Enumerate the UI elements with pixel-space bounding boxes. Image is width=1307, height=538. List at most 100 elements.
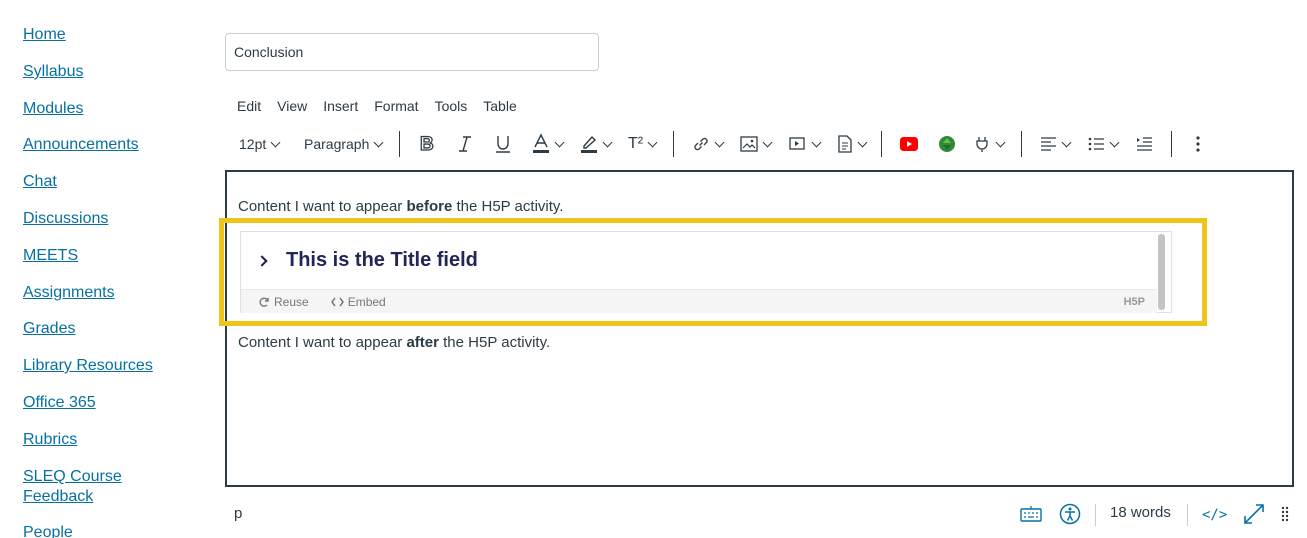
text-color-button[interactable]: [532, 129, 565, 159]
text-color-icon: [533, 133, 549, 153]
image-icon: [740, 136, 758, 152]
superscript-dropdown[interactable]: T²: [628, 129, 658, 159]
nav-link-library-resources[interactable]: Library Resources: [23, 356, 153, 376]
menu-insert[interactable]: Insert: [323, 97, 358, 115]
document-button[interactable]: [837, 129, 868, 159]
nav-link-assignments[interactable]: Assignments: [23, 283, 115, 303]
editor-toolbar: 12pt Paragraph B T²: [233, 129, 1303, 159]
rich-content-editor[interactable]: Content I want to appear before the H5P …: [219, 170, 1294, 487]
bold-icon: B: [419, 134, 434, 154]
chevron-down-icon: [714, 137, 725, 147]
highlight-box: [219, 218, 1207, 326]
paragraph-before: Content I want to appear before the H5P …: [238, 198, 563, 216]
chevron-down-icon: [1109, 137, 1120, 147]
nav-link-rubrics[interactable]: Rubrics: [23, 430, 77, 450]
chevron-down-icon: [647, 137, 658, 147]
accessibility-checker-button[interactable]: [1059, 503, 1081, 530]
block-format-value: Paragraph: [304, 136, 370, 152]
toolbar-divider: [673, 131, 674, 157]
nav-link-syllabus[interactable]: Syllabus: [23, 62, 83, 82]
expand-icon: [1244, 504, 1264, 524]
font-size-dropdown[interactable]: 12pt: [239, 129, 281, 159]
drag-handle-icon: [1281, 506, 1289, 522]
underline-icon: [496, 136, 510, 153]
link-button[interactable]: [692, 129, 725, 159]
paragraph-before-text: Content I want to appear: [238, 198, 407, 215]
keyboard-icon: [1020, 506, 1042, 522]
bold-button[interactable]: B: [418, 129, 436, 159]
chevron-down-icon: [762, 137, 773, 147]
font-size-value: 12pt: [239, 136, 267, 152]
nav-link-grades[interactable]: Grades: [23, 319, 75, 339]
nav-link-discussions[interactable]: Discussions: [23, 209, 108, 229]
word-count[interactable]: 18 words: [1110, 504, 1171, 521]
nav-link-modules[interactable]: Modules: [23, 99, 83, 119]
page-title-input[interactable]: [225, 33, 599, 71]
bullet-list-icon: [1088, 137, 1104, 151]
paragraph-after-text-end: the H5P activity.: [438, 334, 551, 351]
menu-table[interactable]: Table: [483, 97, 516, 115]
resize-handle[interactable]: [1281, 506, 1289, 527]
paragraph-after-bold: after: [406, 334, 439, 351]
external-tools-button[interactable]: [973, 129, 1006, 159]
nav-link-home[interactable]: Home: [23, 25, 66, 45]
fullscreen-button[interactable]: [1243, 503, 1265, 530]
apps-plugin-button[interactable]: [938, 129, 956, 159]
nav-link-people[interactable]: People: [23, 523, 73, 538]
menu-edit[interactable]: Edit: [237, 97, 261, 115]
nav-link-announcements[interactable]: Announcements: [23, 135, 139, 155]
nav-link-office-365[interactable]: Office 365: [23, 393, 96, 413]
nav-link-chat[interactable]: Chat: [23, 172, 57, 192]
media-button[interactable]: [789, 129, 822, 159]
chevron-down-icon: [811, 137, 822, 147]
highlight-color-button[interactable]: [580, 129, 613, 159]
editor-menubar: Edit View Insert Format Tools Table: [237, 97, 533, 115]
image-button[interactable]: [740, 129, 773, 159]
superscript-icon: T²: [628, 135, 644, 152]
block-format-dropdown[interactable]: Paragraph: [304, 129, 384, 159]
nav-link-sleq-course-feedback-line2[interactable]: Feedback: [23, 487, 93, 507]
chevron-down-icon: [373, 137, 384, 147]
youtube-button[interactable]: [900, 129, 918, 159]
statusbar-divider: [1187, 504, 1188, 526]
italic-button[interactable]: [457, 129, 473, 159]
more-options-button[interactable]: [1195, 129, 1201, 159]
toolbar-divider: [1171, 131, 1172, 157]
accessibility-icon: [1059, 503, 1081, 525]
nav-link-meets[interactable]: MEETS: [23, 246, 78, 266]
menu-tools[interactable]: Tools: [435, 97, 468, 115]
html-editor-toggle[interactable]: </>: [1202, 507, 1227, 523]
paragraph-after-text: Content I want to appear: [238, 334, 407, 351]
chevron-down-icon: [1061, 137, 1072, 147]
chevron-down-icon: [554, 137, 565, 147]
underline-button[interactable]: [494, 129, 512, 159]
toolbar-divider: [881, 131, 882, 157]
paragraph-before-text-end: the H5P activity.: [452, 198, 564, 215]
align-left-icon: [1041, 137, 1056, 151]
indent-button[interactable]: [1136, 129, 1153, 159]
statusbar-divider: [1095, 504, 1096, 526]
chevron-down-icon: [602, 137, 613, 147]
svg-text:B: B: [420, 134, 434, 154]
media-icon: [789, 137, 805, 150]
plug-icon: [976, 137, 988, 152]
link-icon: [694, 137, 708, 151]
menu-view[interactable]: View: [277, 97, 307, 115]
kebab-menu-icon: [1196, 136, 1200, 152]
toolbar-divider: [1021, 131, 1022, 157]
chevron-down-icon: [270, 137, 281, 147]
recycle-plugin-icon: [939, 136, 955, 152]
chevron-down-icon: [995, 137, 1006, 147]
editor-statusbar: p 18 words </>: [225, 500, 1294, 528]
align-dropdown[interactable]: [1040, 129, 1072, 159]
chevron-down-icon: [857, 137, 868, 147]
keyboard-shortcuts-button[interactable]: [1020, 506, 1042, 527]
paragraph-before-bold: before: [406, 198, 453, 215]
nav-link-sleq-course-feedback[interactable]: SLEQ Course: [23, 467, 122, 487]
element-path[interactable]: p: [234, 505, 242, 522]
list-dropdown[interactable]: [1088, 129, 1120, 159]
toolbar-divider: [399, 131, 400, 157]
menu-format[interactable]: Format: [374, 97, 418, 115]
italic-icon: [459, 136, 471, 152]
youtube-icon: [900, 137, 918, 151]
